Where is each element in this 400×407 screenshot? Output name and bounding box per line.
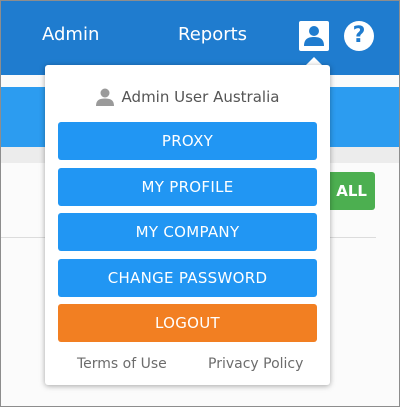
dropdown-user-row: Admin User Australia (45, 85, 330, 109)
my-company-button[interactable]: MY COMPANY (58, 213, 317, 251)
my-profile-button[interactable]: MY PROFILE (58, 168, 317, 206)
nav-admin-link[interactable]: Admin (42, 23, 99, 47)
user-dropdown-menu: Admin User Australia PROXY MY PROFILE MY… (45, 65, 330, 385)
user-name: Admin User Australia (121, 88, 280, 106)
terms-of-use-link[interactable]: Terms of Use (77, 355, 167, 373)
app-frame: Admin Reports ? ALL Admin User Australia… (0, 0, 400, 407)
user-avatar-icon (95, 88, 114, 106)
privacy-policy-link[interactable]: Privacy Policy (208, 355, 303, 373)
proxy-button[interactable]: PROXY (58, 122, 317, 160)
top-navigation-bar: Admin Reports ? (1, 1, 399, 75)
logout-button[interactable]: LOGOUT (58, 304, 317, 342)
change-password-button[interactable]: CHANGE PASSWORD (58, 259, 317, 297)
help-icon[interactable]: ? (344, 21, 374, 51)
user-menu-button[interactable] (299, 21, 329, 51)
nav-reports-link[interactable]: Reports (178, 23, 247, 47)
user-icon (304, 26, 324, 46)
